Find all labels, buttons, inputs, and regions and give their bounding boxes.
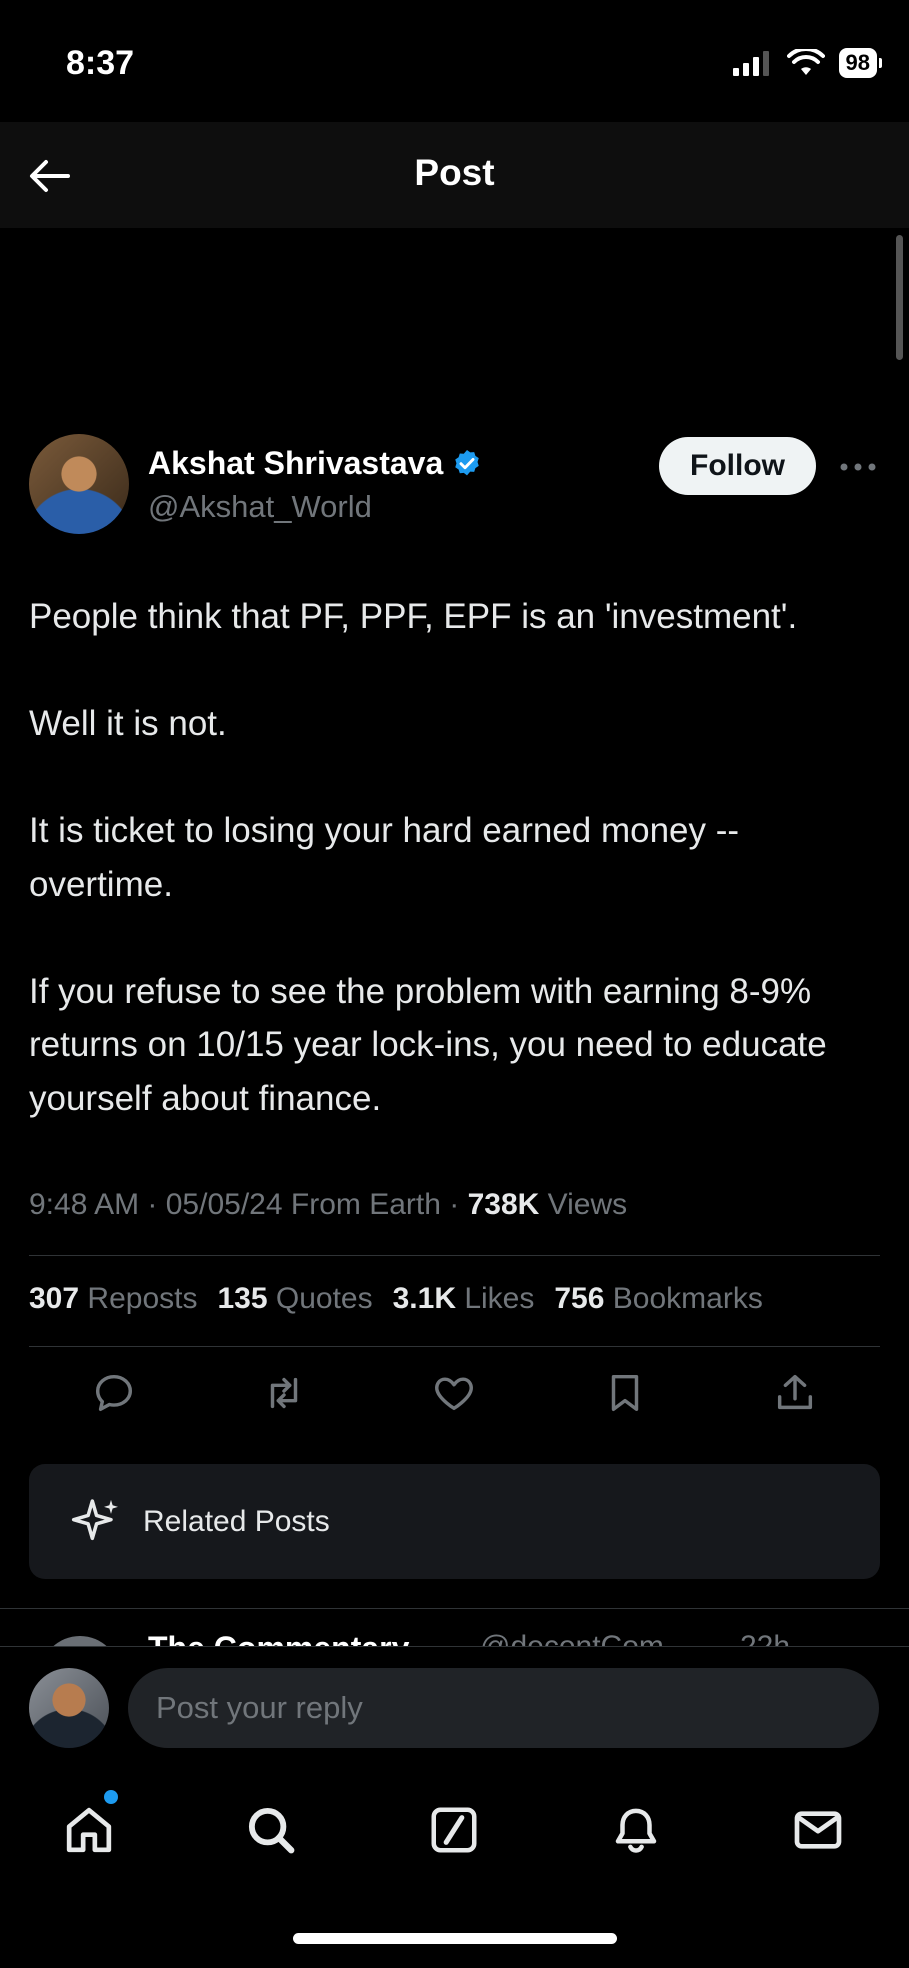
views-count: 738K bbox=[467, 1188, 540, 1221]
views-label: Views bbox=[547, 1188, 628, 1221]
next-post-name: The Commentary bbox=[148, 1630, 409, 1646]
next-post-handle: @decentCom... bbox=[480, 1630, 689, 1646]
tab-notifications[interactable] bbox=[601, 1795, 671, 1865]
notification-dot bbox=[104, 1790, 118, 1804]
post-time: 9:48 AM bbox=[29, 1188, 140, 1221]
quotes-label: Quotes bbox=[275, 1282, 373, 1315]
battery-indicator: 98 bbox=[838, 48, 883, 78]
related-posts-button[interactable]: Related Posts bbox=[29, 1464, 880, 1579]
bookmarks-stat[interactable]: 756 Bookmarks bbox=[554, 1282, 762, 1316]
notifications-icon bbox=[615, 1808, 657, 1853]
scrollbar[interactable] bbox=[896, 235, 903, 360]
likes-count: 3.1K bbox=[392, 1282, 456, 1315]
more-options-button[interactable] bbox=[838, 447, 878, 481]
tab-messages[interactable] bbox=[783, 1795, 853, 1865]
author-name[interactable]: Akshat Shrivastava bbox=[148, 445, 443, 482]
post-paragraph: If you refuse to see the problem with ea… bbox=[29, 971, 827, 1118]
status-time: 8:37 bbox=[66, 44, 135, 82]
user-avatar[interactable] bbox=[29, 1668, 109, 1748]
bookmarks-label: Bookmarks bbox=[612, 1282, 763, 1315]
like-button[interactable] bbox=[426, 1365, 482, 1421]
next-post-time: 22h bbox=[740, 1630, 790, 1646]
page-title: Post bbox=[414, 152, 495, 193]
post-paragraph: It is ticket to losing your hard earned … bbox=[29, 811, 740, 904]
author-name-row[interactable]: Akshat Shrivastava bbox=[148, 445, 483, 482]
divider bbox=[0, 1608, 909, 1609]
tab-search[interactable] bbox=[236, 1795, 306, 1865]
post-paragraph: People think that PF, PPF, EPF is an 'in… bbox=[29, 597, 798, 636]
search-icon bbox=[248, 1807, 295, 1854]
divider bbox=[29, 1255, 880, 1256]
quotes-stat[interactable]: 135 Quotes bbox=[217, 1282, 372, 1316]
next-post-avatar bbox=[40, 1636, 120, 1646]
reposts-count: 307 bbox=[29, 1282, 80, 1315]
status-icons: 98 bbox=[732, 48, 883, 78]
share-icon bbox=[777, 1374, 812, 1410]
post-paragraph: Well it is not. bbox=[29, 704, 227, 743]
repost-icon bbox=[271, 1377, 298, 1409]
reposts-label: Reposts bbox=[87, 1282, 198, 1315]
author-handle[interactable]: @Akshat_World bbox=[148, 489, 372, 525]
reply-icon bbox=[96, 1374, 133, 1412]
more-dots-icon bbox=[840, 463, 876, 471]
author-avatar[interactable] bbox=[29, 434, 129, 534]
tab-home[interactable] bbox=[54, 1795, 124, 1865]
messages-icon bbox=[794, 1811, 842, 1849]
tab-grok[interactable] bbox=[419, 1795, 489, 1865]
wifi-icon bbox=[786, 49, 825, 75]
bookmark-icon bbox=[611, 1374, 638, 1412]
verified-badge-icon bbox=[455, 449, 479, 475]
cellular-signal-icon bbox=[732, 51, 769, 76]
share-button[interactable] bbox=[767, 1365, 823, 1421]
post-meta: 9:48 AM · 05/05/24 From Earth · 738K Vie… bbox=[29, 1188, 628, 1221]
likes-stat[interactable]: 3.1K Likes bbox=[393, 1282, 535, 1316]
post-date: 05/05/24 bbox=[165, 1188, 283, 1221]
grok-icon bbox=[431, 1807, 477, 1853]
follow-button[interactable]: Follow bbox=[659, 437, 816, 495]
engagement-stats: 307 Reposts 135 Quotes 3.1K Likes 756 Bo… bbox=[29, 1282, 763, 1316]
quotes-count: 135 bbox=[217, 1282, 268, 1315]
reply-button[interactable] bbox=[86, 1365, 142, 1421]
next-post-preview[interactable]: The Commentary @decentCom... 22h bbox=[0, 1610, 909, 1646]
post-body: People think that PF, PPF, EPF is an 'in… bbox=[29, 590, 889, 1125]
action-bar bbox=[29, 1365, 880, 1421]
related-posts-label: Related Posts bbox=[143, 1504, 330, 1538]
divider bbox=[29, 1346, 880, 1347]
reposts-stat[interactable]: 307 Reposts bbox=[29, 1282, 197, 1316]
home-indicator[interactable] bbox=[293, 1933, 617, 1944]
likes-label: Likes bbox=[464, 1282, 535, 1315]
reply-input[interactable] bbox=[128, 1668, 879, 1748]
repost-button[interactable] bbox=[256, 1365, 312, 1421]
home-icon bbox=[66, 1807, 112, 1853]
bookmarks-count: 756 bbox=[554, 1282, 605, 1315]
bookmark-button[interactable] bbox=[597, 1365, 653, 1421]
sparkle-icon bbox=[71, 1498, 118, 1540]
post-source: From Earth bbox=[290, 1188, 441, 1221]
like-icon bbox=[435, 1377, 474, 1411]
